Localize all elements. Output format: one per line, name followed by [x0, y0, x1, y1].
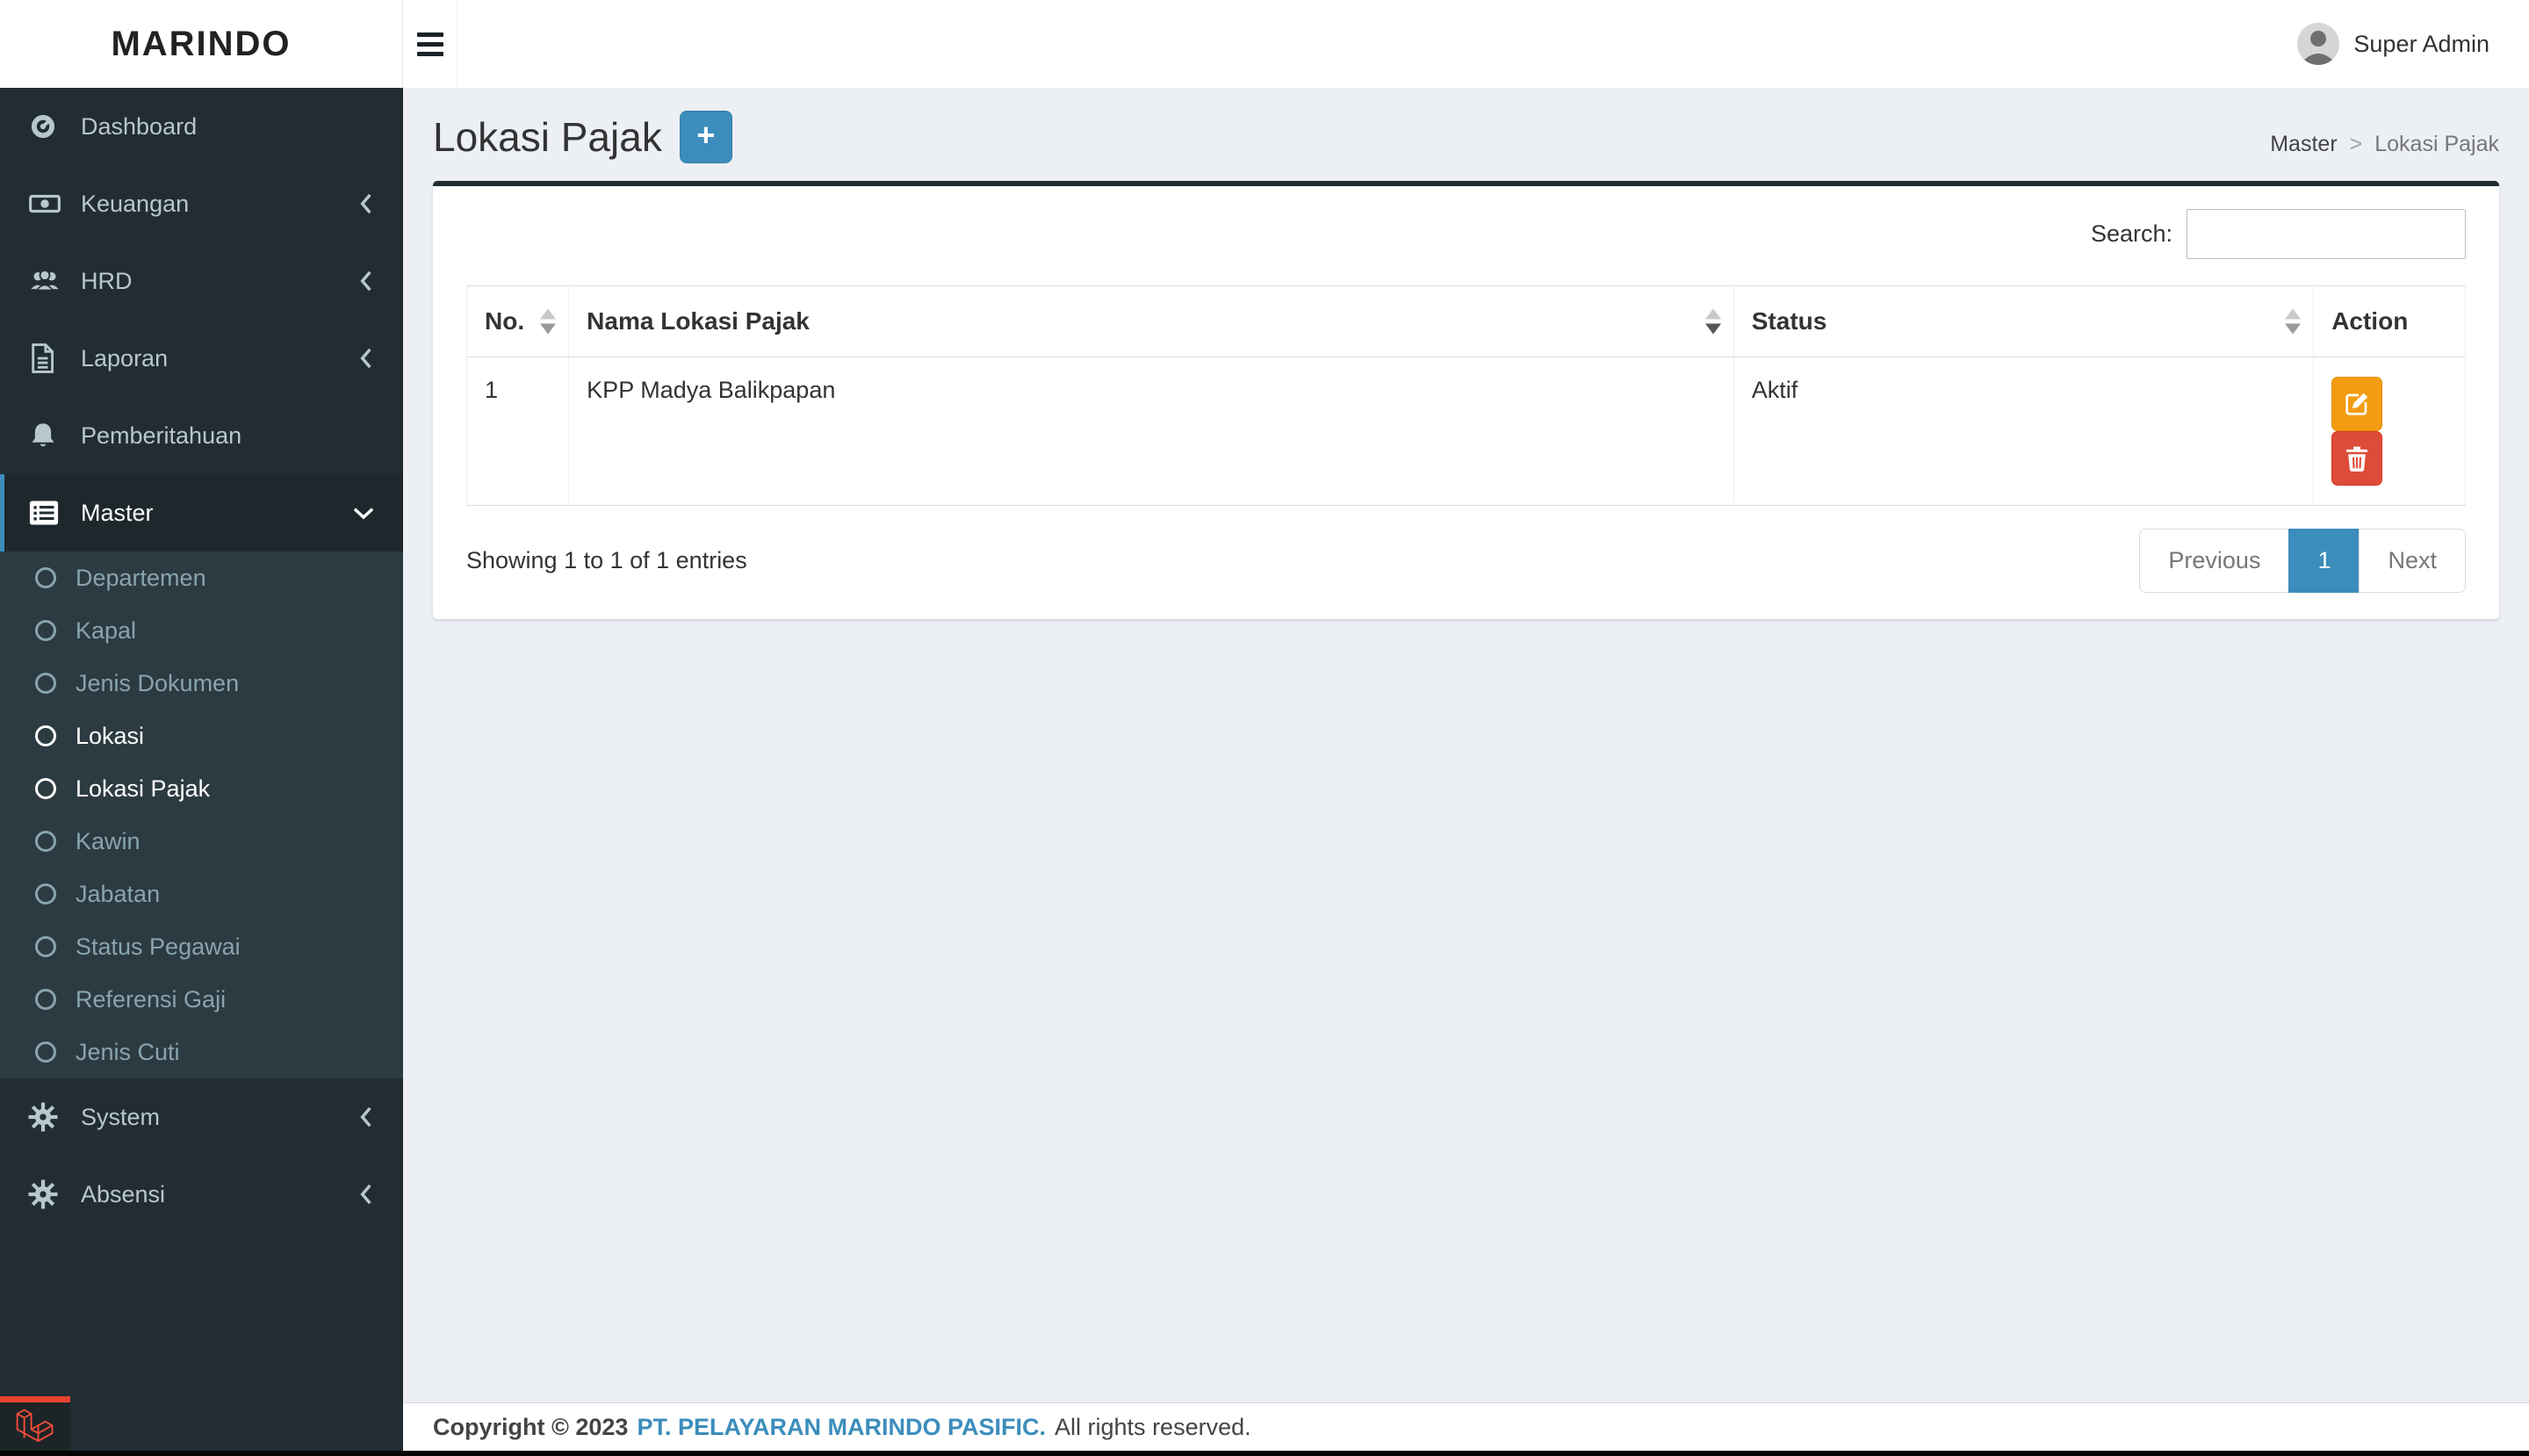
delete-button[interactable] — [2331, 431, 2383, 486]
add-button[interactable]: + — [679, 111, 732, 163]
user-menu[interactable]: Super Admin — [2297, 0, 2489, 88]
sidebar-item-laporan[interactable]: Laporan — [0, 320, 403, 397]
sidebar-item-kapal[interactable]: Kapal — [0, 604, 403, 657]
avatar — [2297, 23, 2340, 65]
page-1-button[interactable]: 1 — [2288, 529, 2360, 593]
circle-icon — [35, 567, 56, 588]
column-header-action: Action — [2313, 285, 2466, 357]
sidebar-item-referensi-gaji[interactable]: Referensi Gaji — [0, 973, 403, 1026]
page-title: Lokasi Pajak — [433, 114, 662, 160]
laravel-icon — [16, 1409, 54, 1442]
breadcrumb-current: Lokasi Pajak — [2374, 132, 2499, 156]
column-header-no[interactable]: No. — [465, 285, 570, 357]
rights-text: All rights reserved. — [1055, 1413, 1251, 1440]
sidebar-item-kawin[interactable]: Kawin — [0, 815, 403, 868]
user-name: Super Admin — [2353, 30, 2489, 57]
table-card: Search: No. Nama Lokasi Pajak Status Act… — [433, 181, 2499, 619]
circle-icon — [35, 1042, 56, 1063]
sidebar-toggle-button[interactable] — [403, 0, 458, 88]
debugbar-strip — [0, 1451, 2529, 1456]
column-header-nama[interactable]: Nama Lokasi Pajak — [568, 285, 1734, 357]
file-icon — [28, 342, 81, 374]
list-icon — [28, 499, 81, 527]
sort-icon — [2285, 308, 2302, 335]
cell-no: 1 — [465, 357, 570, 506]
previous-page-button[interactable]: Previous — [2139, 529, 2290, 593]
sidebar: MARINDO Dashboard Keuangan HRD Laporan P… — [0, 0, 403, 1456]
breadcrumb-master[interactable]: Master — [2270, 132, 2337, 157]
breadcrumb-divider: > — [2349, 132, 2363, 156]
sidebar-item-pemberitahuan[interactable]: Pemberitahuan — [0, 397, 403, 474]
page-footer: Copyright © 2023 PT. PELAYARAN MARINDO P… — [403, 1402, 2529, 1451]
circle-icon — [35, 620, 56, 641]
edit-button[interactable] — [2331, 377, 2383, 431]
sidebar-item-jenis-dokumen[interactable]: Jenis Dokumen — [0, 657, 403, 710]
circle-icon — [35, 831, 56, 852]
pencil-icon — [2345, 393, 2368, 415]
next-page-button[interactable]: Next — [2359, 529, 2466, 593]
sidebar-item-master[interactable]: Master — [0, 474, 403, 551]
money-icon — [28, 189, 81, 219]
sidebar-item-lokasi-pajak[interactable]: Lokasi Pajak — [0, 762, 403, 815]
sidebar-item-hrd[interactable]: HRD — [0, 242, 403, 320]
sidebar-item-status-pegawai[interactable]: Status Pegawai — [0, 920, 403, 973]
trash-icon — [2346, 446, 2368, 472]
company-link[interactable]: PT. PELAYARAN MARINDO PASIFIC. — [637, 1414, 1046, 1441]
cell-status: Aktif — [1733, 357, 2315, 506]
sidebar-item-jabatan[interactable]: Jabatan — [0, 868, 403, 920]
bell-icon — [28, 421, 81, 450]
search-row: Search: — [466, 209, 2466, 259]
chevron-left-icon — [357, 1106, 375, 1128]
gear-icon — [28, 1102, 81, 1132]
circle-icon — [35, 883, 56, 905]
table-footer: Showing 1 to 1 of 1 entries Previous 1 N… — [466, 529, 2466, 593]
column-header-status[interactable]: Status — [1733, 285, 2315, 357]
pagination: Previous 1 Next — [2139, 529, 2466, 593]
sort-icon — [1704, 308, 1721, 335]
gear-icon — [28, 1179, 81, 1209]
content-area: Lokasi Pajak + Master > Lokasi Pajak Sea… — [403, 88, 2529, 1403]
sidebar-item-lokasi[interactable]: Lokasi — [0, 710, 403, 762]
users-icon — [28, 266, 81, 296]
entries-info: Showing 1 to 1 of 1 entries — [466, 547, 747, 573]
copyright-text: Copyright © 2023 — [433, 1413, 629, 1440]
sidebar-item-keuangan[interactable]: Keuangan — [0, 165, 403, 242]
sidebar-item-absensi[interactable]: Absensi — [0, 1156, 403, 1233]
search-label: Search: — [2090, 220, 2172, 247]
breadcrumb: Master > Lokasi Pajak — [2270, 132, 2499, 157]
circle-icon — [35, 936, 56, 957]
sidebar-menu: Dashboard Keuangan HRD Laporan Pemberita… — [0, 88, 403, 1233]
table-row: 1 KPP Madya Balikpapan Aktif — [465, 357, 2466, 506]
circle-icon — [35, 989, 56, 1010]
sidebar-item-dashboard[interactable]: Dashboard — [0, 88, 403, 165]
chevron-left-icon — [357, 192, 375, 215]
content-header: Lokasi Pajak + Master > Lokasi Pajak — [433, 88, 2499, 181]
sidebar-item-departemen[interactable]: Departemen — [0, 551, 403, 604]
chevron-down-icon — [352, 504, 375, 522]
brand-logo[interactable]: MARINDO — [0, 0, 403, 88]
hamburger-icon — [416, 32, 443, 37]
chevron-left-icon — [357, 270, 375, 292]
circle-icon — [35, 778, 56, 799]
sort-icon — [540, 308, 557, 335]
circle-icon — [35, 725, 56, 746]
top-navbar: Super Admin — [403, 0, 2529, 88]
chevron-left-icon — [357, 1183, 375, 1206]
data-table: No. Nama Lokasi Pajak Status Action 1 KP… — [465, 285, 2466, 506]
chevron-left-icon — [357, 347, 375, 370]
search-input[interactable] — [2187, 209, 2466, 259]
sidebar-item-jenis-cuti[interactable]: Jenis Cuti — [0, 1026, 403, 1078]
master-submenu: Departemen Kapal Jenis Dokumen Lokasi Lo… — [0, 551, 403, 1078]
cell-action — [2313, 357, 2466, 506]
cell-nama: KPP Madya Balikpapan — [568, 357, 1734, 506]
circle-icon — [35, 673, 56, 694]
debugbar-toggle-button[interactable] — [0, 1396, 70, 1451]
dashboard-icon — [28, 112, 81, 141]
sidebar-item-system[interactable]: System — [0, 1078, 403, 1156]
